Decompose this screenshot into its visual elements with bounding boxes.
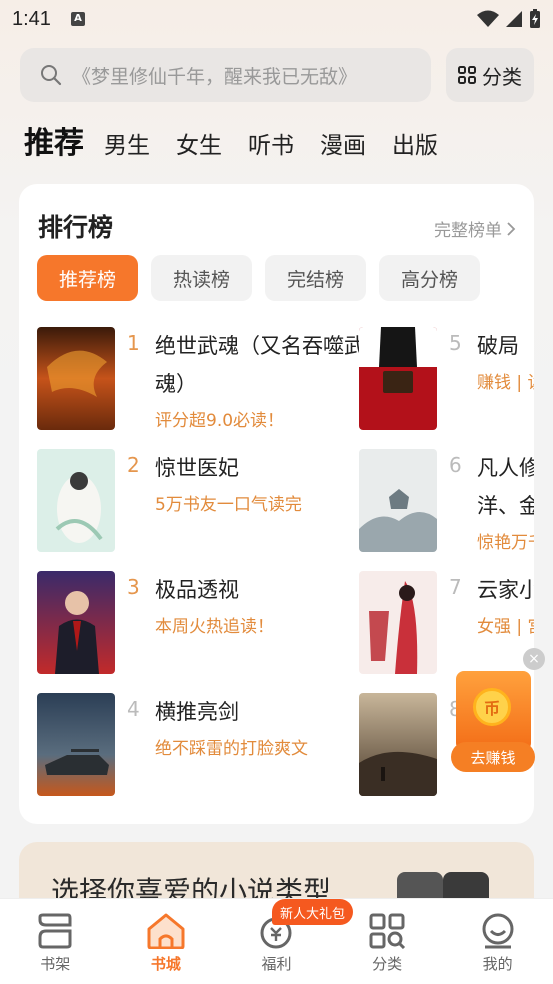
status-bar: 1:41 A	[0, 0, 553, 38]
wifi-icon	[477, 10, 499, 27]
nav-profile[interactable]: 我的	[442, 899, 553, 984]
earn-money-button[interactable]: 去赚钱	[451, 742, 535, 772]
book-cover	[359, 571, 437, 674]
book-rank: 6	[449, 453, 462, 477]
battery-icon	[530, 9, 540, 28]
nav-bookshelf[interactable]: 书架	[0, 899, 111, 984]
tab-audiobook[interactable]: 听书	[248, 126, 294, 160]
book-title: 惊世医妃	[155, 456, 239, 480]
status-time: 1:41	[12, 7, 51, 30]
search-icon	[41, 65, 62, 86]
category-grid-icon	[369, 913, 406, 949]
nav-label: 书架	[40, 955, 71, 973]
book-item[interactable]: 5 破局 赚钱 | 读	[359, 327, 534, 431]
nav-label: 分类	[372, 955, 403, 973]
book-rank: 1	[127, 331, 140, 355]
book-item[interactable]: 1 绝世武魂（又名吞噬武魂） 评分超9.0必读！	[37, 327, 367, 431]
chevron-right-icon	[507, 221, 516, 236]
nav-bookstore[interactable]: 书城	[111, 899, 222, 984]
book-cover	[359, 693, 437, 796]
tab-recommend[interactable]: 推荐	[24, 118, 84, 162]
status-icons	[477, 9, 541, 29]
book-cover	[37, 327, 115, 430]
book-tag: 5万书友一口气读完	[155, 495, 302, 515]
book-cover	[37, 693, 115, 796]
rank-tab-high-score[interactable]: 高分榜	[379, 255, 480, 301]
category-button[interactable]: 分类	[446, 48, 534, 102]
book-item[interactable]: 6 凡人修仙传（又名仙洋、金 惊艳万千	[359, 449, 534, 553]
full-ranking-link[interactable]: 完整榜单	[434, 216, 516, 241]
tab-publishing[interactable]: 出版	[392, 126, 438, 160]
reward-close-button[interactable]: ×	[523, 648, 545, 670]
book-rank: 3	[127, 575, 140, 599]
book-tag: 赚钱 | 读	[477, 373, 534, 393]
book-rank: 2	[127, 453, 140, 477]
channel-tabs: 推荐 男生 女生 听书 漫画 出版	[24, 118, 464, 168]
book-rank: 7	[449, 575, 462, 599]
notification-a-icon: A	[70, 12, 85, 26]
book-title: 极品透视	[155, 578, 239, 602]
bookshelf-icon	[38, 913, 72, 949]
nav-label: 书城	[150, 955, 181, 973]
book-rank: 5	[449, 331, 462, 355]
book-tag: 本周火热追读！	[155, 617, 274, 637]
book-title: 破局	[477, 334, 519, 358]
book-rank: 4	[127, 697, 140, 721]
tab-male[interactable]: 男生	[104, 126, 150, 160]
grid-icon	[458, 66, 476, 84]
book-cover	[37, 449, 115, 552]
book-title: 凡人修仙传（又名仙洋、金	[477, 456, 534, 518]
book-tag: 绝不踩雷的打脸爽文	[155, 739, 308, 759]
book-tag: 评分超9.0必读！	[155, 411, 285, 431]
profile-icon	[482, 913, 514, 949]
book-title: 绝世武魂（又名吞噬武魂）	[155, 334, 365, 396]
book-item[interactable]: 2 惊世医妃 5万书友一口气读完	[37, 449, 367, 553]
book-title: 横推亮剑	[155, 700, 239, 724]
home-icon	[147, 913, 185, 949]
rank-tab-completed[interactable]: 完结榜	[265, 255, 366, 301]
book-tag: 惊艳万千	[477, 533, 534, 553]
nav-label: 我的	[482, 955, 513, 973]
full-ranking-label: 完整榜单	[434, 221, 502, 241]
ranking-tabs: 推荐榜 热读榜 完结榜 高分榜	[37, 255, 480, 301]
coin-icon: 币	[473, 688, 511, 726]
book-item[interactable]: 7 云家小 女强 | 宫	[359, 571, 534, 675]
book-cover	[359, 449, 437, 552]
earn-money-widget[interactable]: 币 去赚钱	[451, 668, 537, 776]
new-user-gift-badge: 新人大礼包	[272, 899, 354, 925]
ranking-title: 排行榜	[38, 213, 114, 242]
book-cover	[359, 327, 437, 430]
book-item[interactable]: 3 极品透视 本周火热追读！	[37, 571, 367, 675]
book-cover	[37, 571, 115, 674]
rank-tab-recommend[interactable]: 推荐榜	[37, 255, 138, 301]
book-title: 云家小	[477, 578, 534, 602]
book-tag: 女强 | 宫	[477, 617, 534, 637]
category-button-label: 分类	[482, 64, 522, 89]
search-placeholder: 《梦里修仙千年，醒来我已无敌》	[72, 65, 358, 88]
tab-female[interactable]: 女生	[176, 126, 222, 160]
search-bar[interactable]: 《梦里修仙千年，醒来我已无敌》	[20, 48, 431, 102]
nav-label: 福利	[261, 955, 292, 973]
rank-tab-hot[interactable]: 热读榜	[151, 255, 252, 301]
signal-icon	[506, 11, 522, 27]
book-item[interactable]: 4 横推亮剑 绝不踩雷的打脸爽文	[37, 693, 367, 797]
tab-comics[interactable]: 漫画	[320, 126, 366, 160]
